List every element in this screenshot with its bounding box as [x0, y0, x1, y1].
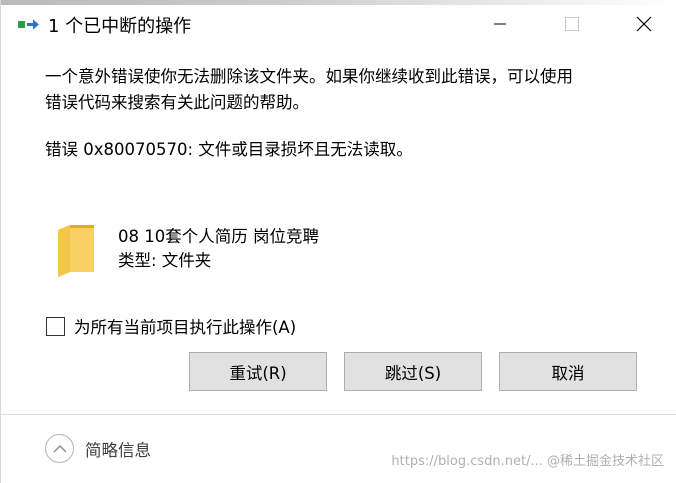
error-code: 错误 0x80070570: 文件或目录损坏且无法读取。 — [45, 140, 413, 159]
item-name: 08 10套个人简历 岗位竞聘 — [118, 227, 319, 246]
item-type: 类型: 文件夹 — [118, 251, 212, 270]
copy-operation-icon — [18, 17, 40, 31]
chevron-up-icon[interactable] — [45, 434, 74, 463]
dialog-window: 1 个已中断的操作 一个意外错误使你无法删除该文件夹。如果你继续收到此错误，可以… — [0, 0, 676, 483]
close-button[interactable] — [621, 5, 667, 43]
error-message-line2: 错误代码来搜索有关此问题的帮助。 — [45, 93, 309, 112]
error-message: 一个意外错误使你无法删除该文件夹。如果你继续收到此错误，可以使用 错误代码来搜索… — [45, 64, 645, 116]
details-toggle[interactable]: 简略信息 — [45, 434, 151, 463]
close-icon — [636, 16, 652, 32]
skip-button[interactable]: 跳过(S) — [344, 352, 482, 391]
title-bar[interactable]: 1 个已中断的操作 — [1, 5, 676, 43]
apply-to-all-label[interactable]: 为所有当前项目执行此操作(A) — [74, 314, 296, 338]
watermark: https://blog.csdn.net/... @稀土掘金技术社区 — [391, 454, 664, 469]
minimize-icon — [494, 23, 506, 25]
apply-to-all-row[interactable]: 为所有当前项目执行此操作(A) — [46, 314, 296, 338]
details-label[interactable]: 简略信息 — [85, 437, 151, 461]
maximize-icon — [565, 17, 579, 31]
cancel-button[interactable]: 取消 — [499, 352, 637, 391]
maximize-button[interactable] — [549, 5, 595, 43]
minimize-button[interactable] — [477, 5, 523, 43]
error-message-line1: 一个意外错误使你无法删除该文件夹。如果你继续收到此错误，可以使用 — [45, 67, 573, 86]
folder-icon — [56, 222, 96, 278]
apply-to-all-checkbox[interactable] — [46, 316, 65, 336]
window-title: 1 个已中断的操作 — [48, 16, 192, 37]
retry-button[interactable]: 重试(R) — [189, 352, 327, 391]
